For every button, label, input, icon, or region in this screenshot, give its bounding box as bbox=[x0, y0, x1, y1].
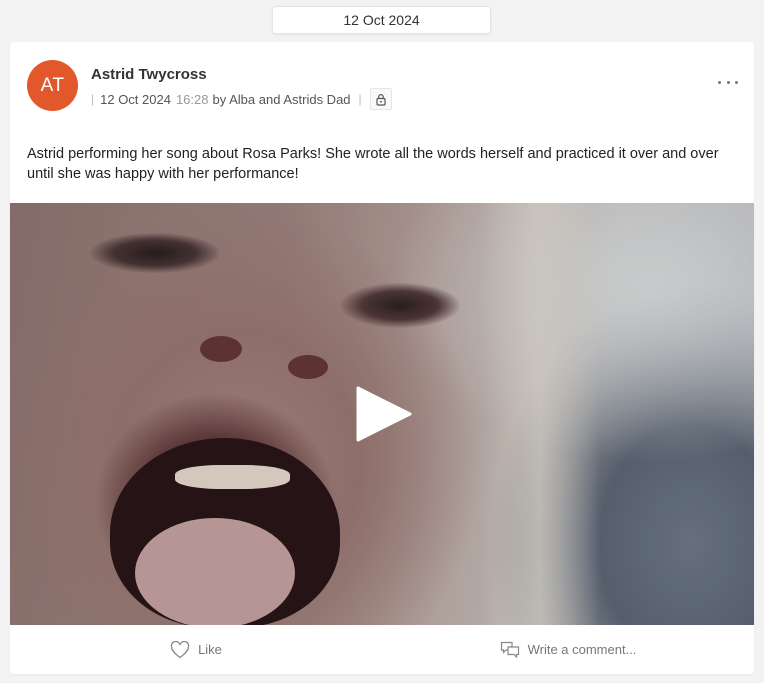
meta-separator: | bbox=[358, 92, 362, 106]
meta-separator: | bbox=[91, 92, 95, 106]
heart-icon bbox=[170, 640, 190, 658]
video-player[interactable] bbox=[10, 203, 754, 625]
post-date: 12 Oct 2024 bbox=[100, 91, 171, 107]
comment-bubbles-icon bbox=[500, 641, 519, 658]
post-actions: Like Write a comment... bbox=[10, 625, 754, 674]
play-icon[interactable] bbox=[354, 386, 414, 442]
comment-button[interactable]: Write a comment... bbox=[382, 641, 754, 659]
post-time: 16:28 bbox=[175, 91, 209, 107]
more-horizontal-icon[interactable] bbox=[718, 77, 738, 87]
like-button[interactable]: Like bbox=[10, 640, 382, 659]
post-card: AT Astrid Twycross | 12 Oct 2024 16:28 b… bbox=[10, 42, 754, 674]
date-header: 12 Oct 2024 bbox=[272, 6, 491, 34]
author-name[interactable]: Astrid Twycross bbox=[91, 66, 207, 83]
lock-icon[interactable] bbox=[369, 88, 392, 110]
avatar[interactable]: AT bbox=[27, 60, 78, 111]
comment-label: Write a comment... bbox=[527, 642, 637, 657]
post-text: Astrid performing her song about Rosa Pa… bbox=[27, 146, 719, 182]
like-label: Like bbox=[198, 642, 222, 657]
post-by: by Alba and Astrids Dad bbox=[212, 91, 351, 107]
post-meta: | 12 Oct 2024 16:28 by Alba and Astrids … bbox=[91, 88, 392, 110]
